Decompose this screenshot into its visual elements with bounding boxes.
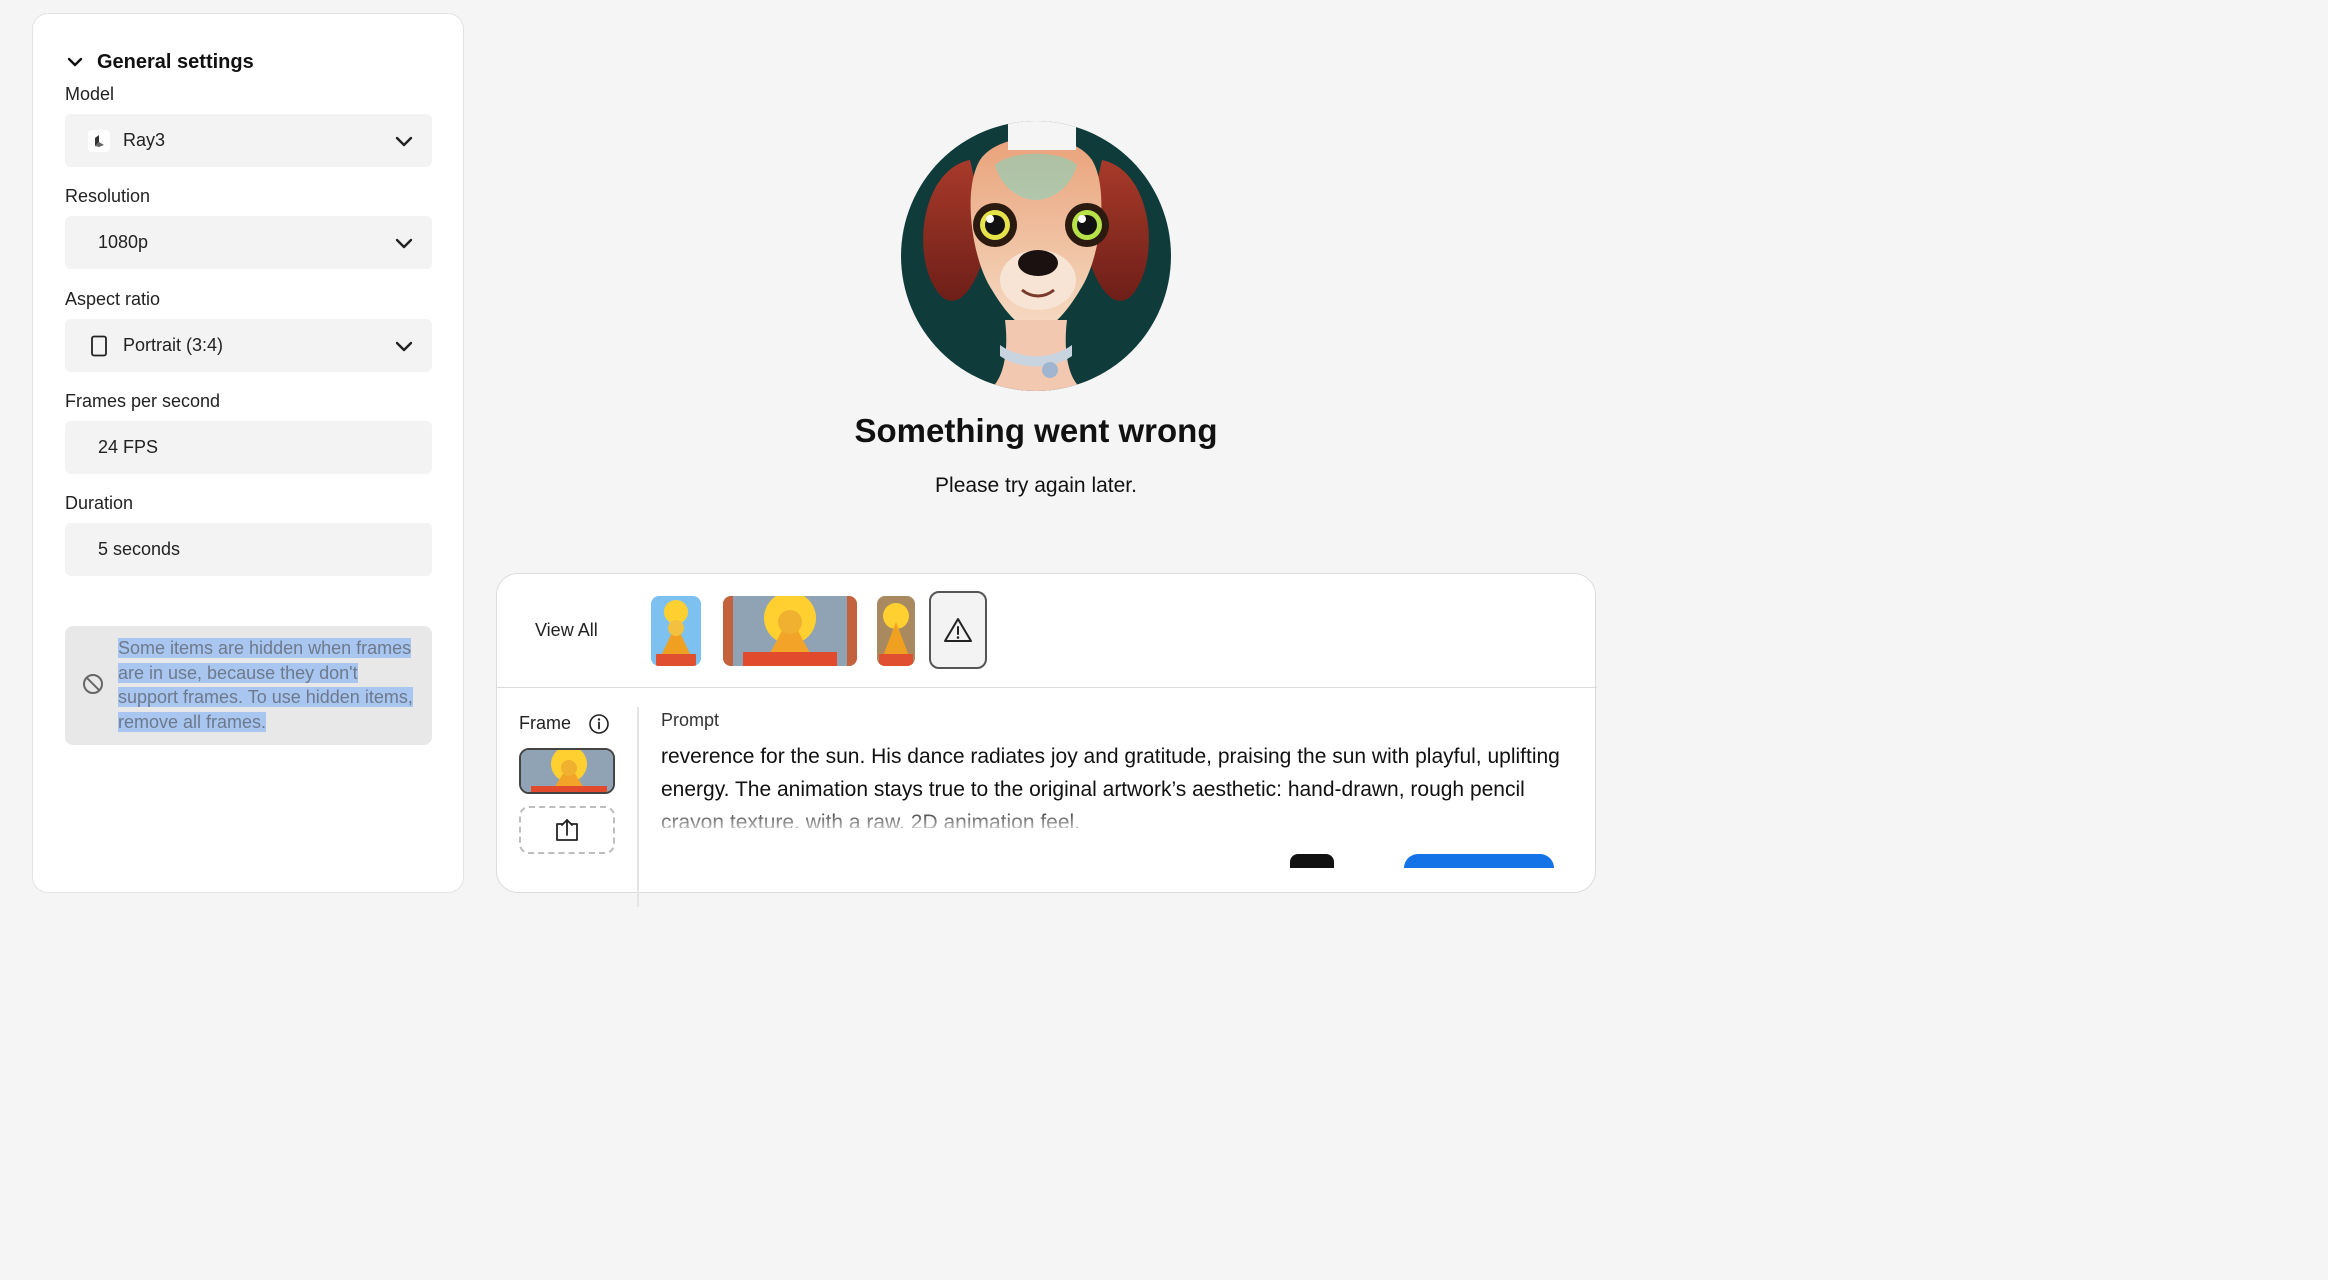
divider (637, 707, 639, 907)
section-title: General settings (97, 50, 254, 73)
prompt-fade (661, 806, 1581, 834)
general-settings-header[interactable]: General settings (67, 48, 254, 76)
resolution-select[interactable]: 1080p (65, 216, 432, 269)
model-label: Model (65, 84, 115, 104)
view-all-link[interactable]: View All (535, 620, 598, 641)
frame-thumbnail[interactable] (519, 748, 615, 794)
chevron-down-icon (395, 238, 413, 249)
model-value: Ray3 (123, 130, 166, 150)
prompt-card: View All Frame Prompt reverence for the … (496, 573, 1597, 907)
duration-value: 5 seconds (98, 539, 181, 559)
resolution-label: Resolution (65, 186, 151, 206)
resolution-value: 1080p (98, 232, 149, 252)
prompt-label: Prompt (661, 710, 720, 730)
error-subtitle: Please try again later. (935, 474, 1137, 497)
upload-frame-button[interactable] (519, 806, 615, 854)
page: General settings Model Ray3 Resolution 1… (0, 0, 1597, 907)
hidden-items-notice: Some items are hidden when frames are in… (65, 626, 432, 745)
settings-panel: General settings Model Ray3 Resolution 1… (32, 13, 464, 893)
chevron-down-icon (395, 136, 413, 147)
duration-field[interactable]: 5 seconds (65, 523, 432, 576)
ban-icon (83, 674, 103, 694)
info-icon[interactable] (588, 713, 610, 735)
divider (497, 687, 1597, 688)
generate-button[interactable] (1404, 854, 1554, 868)
history-thumbnail[interactable] (723, 596, 857, 666)
model-select[interactable]: Ray3 (65, 114, 432, 167)
warning-icon (944, 618, 972, 642)
aspect-ratio-label: Aspect ratio (65, 289, 161, 309)
upload-icon (556, 819, 578, 841)
history-thumbnail[interactable] (877, 596, 915, 666)
aspect-ratio-select[interactable]: Portrait (3:4) (65, 319, 432, 372)
luma-logo-icon (87, 129, 111, 153)
failed-generation-thumbnail[interactable] (929, 591, 987, 669)
history-thumbnail[interactable] (651, 596, 701, 666)
fps-label: Frames per second (65, 391, 221, 411)
notice-highlight: Some items are hidden when frames are in… (118, 638, 413, 732)
frame-label: Frame (519, 713, 572, 733)
action-button[interactable] (1290, 854, 1334, 868)
chevron-down-icon[interactable] (67, 54, 83, 70)
chevron-down-icon (395, 341, 413, 352)
portrait-icon (87, 334, 111, 358)
aspect-ratio-value: Portrait (3:4) (123, 335, 224, 355)
error-title: Something went wrong (854, 412, 1218, 449)
notice-text: Some items are hidden when frames are in… (118, 636, 418, 734)
error-illustration (900, 120, 1172, 392)
